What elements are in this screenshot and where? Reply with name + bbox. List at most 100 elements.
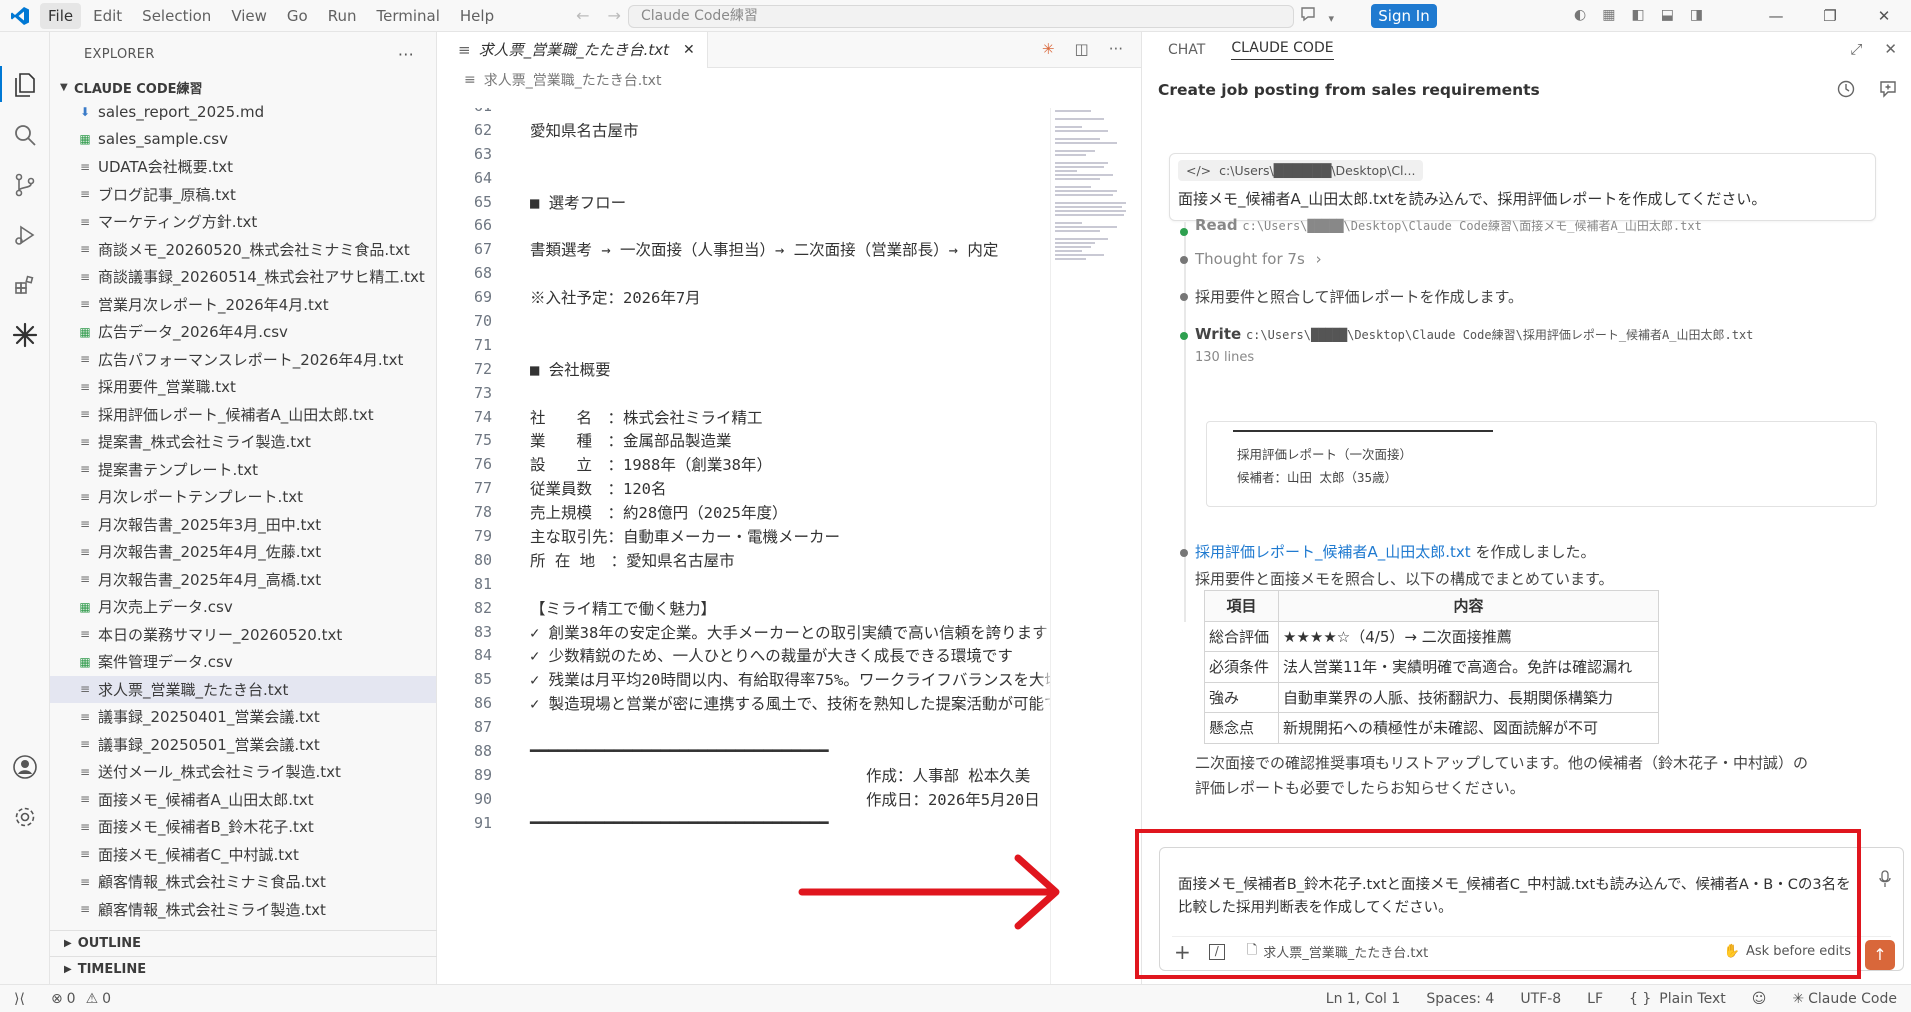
source-control-icon[interactable] bbox=[10, 170, 40, 200]
menu-item-file[interactable]: File bbox=[40, 2, 82, 29]
table-cell: 総合評価 bbox=[1204, 620, 1279, 652]
command-center-search[interactable]: Claude Code練習 bbox=[628, 5, 1294, 28]
file-item[interactable]: ≡ 提案書_株式会社ミライ製造.txt bbox=[50, 428, 436, 456]
file-item[interactable]: ≡ 送付メール_株式会社ミライ製造.txt bbox=[50, 758, 436, 786]
split-editor-icon[interactable]: ◫ bbox=[1075, 40, 1089, 58]
menu-item-view[interactable]: View bbox=[223, 3, 275, 29]
file-item[interactable]: ≡ 本日の業務サマリー_20260520.txt bbox=[50, 621, 436, 649]
file-item[interactable]: ≡ 顧客情報_株式会社ミライ製造.txt bbox=[50, 896, 436, 924]
file-item[interactable]: ≡ 議事録_20250401_営業会議.txt bbox=[50, 703, 436, 731]
file-item[interactable]: ▦ 広告データ_2026年4月.csv bbox=[50, 318, 436, 346]
file-item[interactable]: ▦ 案件管理データ.csv bbox=[50, 648, 436, 676]
line-number: 75 bbox=[473, 431, 492, 450]
remote-icon[interactable]: ⟩⟨ bbox=[14, 991, 25, 1007]
warnings-icon[interactable]: ⚠ bbox=[86, 991, 99, 1007]
file-item[interactable]: ≡ 面接メモ_候補者B_鈴木花子.txt bbox=[50, 813, 436, 841]
restore-icon[interactable]: ❐ bbox=[1803, 0, 1857, 32]
menu-item-terminal[interactable]: Terminal bbox=[369, 3, 448, 29]
file-item[interactable]: ▦ sales_sample.csv bbox=[50, 126, 436, 154]
indentation[interactable]: Spaces: 4 bbox=[1426, 991, 1494, 1007]
layout-customize-icon[interactable]: ▦ bbox=[1602, 7, 1615, 23]
close-tab-icon[interactable]: ✕ bbox=[683, 42, 695, 58]
copilot-icon[interactable]: ☺ bbox=[1752, 991, 1767, 1007]
file-item[interactable]: ≡ 広告パフォーマンスレポート_2026年4月.txt bbox=[50, 346, 436, 374]
context-chip[interactable]: </> c:\Users\██████\Desktop\Cl... bbox=[1178, 160, 1424, 181]
claude-status[interactable]: ✳ Claude Code bbox=[1792, 991, 1897, 1007]
tab-chat[interactable]: CHAT bbox=[1168, 42, 1205, 58]
menu-item-edit[interactable]: Edit bbox=[85, 3, 130, 29]
close-panel-icon[interactable]: ✕ bbox=[1884, 40, 1897, 58]
copilot-chat-icon[interactable]: ▾ bbox=[1300, 6, 1334, 26]
closing-line-1: 二次面接での確認推奨事項もリストアップしています。他の候補者（鈴木花子・中村誠）… bbox=[1195, 754, 1809, 772]
file-item[interactable]: ≡ 営業月次レポート_2026年4月.txt bbox=[50, 291, 436, 319]
breadcrumb-file[interactable]: 求人票_営業職_たたき台.txt bbox=[484, 70, 662, 90]
search-icon[interactable] bbox=[10, 120, 40, 150]
file-item[interactable]: ▦ 月次売上データ.csv bbox=[50, 593, 436, 621]
file-item[interactable]: ≡ 議事録_20250501_営業会議.txt bbox=[50, 731, 436, 759]
extensions-icon[interactable] bbox=[10, 270, 40, 300]
file-item[interactable]: ≡ 顧客情報_株式会社ミナミ食品.txt bbox=[50, 868, 436, 896]
back-arrow-icon[interactable]: ← bbox=[576, 6, 589, 25]
toggle-panel-icon[interactable]: ⬓ bbox=[1661, 7, 1674, 23]
code-line: 67 書類選考 → 一次面接（人事担当）→ 二次面接（営業部長）→ 内定 bbox=[438, 237, 1050, 261]
menu-item-help[interactable]: Help bbox=[452, 3, 502, 29]
menu-item-selection[interactable]: Selection bbox=[134, 3, 219, 29]
explorer-icon[interactable] bbox=[10, 70, 40, 100]
close-window-icon[interactable]: ✕ bbox=[1857, 0, 1911, 32]
run-debug-icon[interactable] bbox=[10, 220, 40, 250]
account-icon[interactable] bbox=[10, 752, 40, 782]
file-item[interactable]: ≡ 月次報告書_2025年3月_田中.txt bbox=[50, 511, 436, 539]
menu-bar: File Edit Selection View Go Run Terminal Help bbox=[40, 2, 506, 29]
menu-item-run[interactable]: Run bbox=[320, 3, 365, 29]
file-item[interactable]: ⬇ sales_report_2025.md bbox=[50, 98, 436, 126]
settings-gear-icon[interactable] bbox=[10, 802, 40, 832]
minimap-line bbox=[1055, 162, 1109, 164]
line-number: 77 bbox=[473, 479, 492, 498]
file-item[interactable]: ≡ 月次報告書_2025年4月_佐藤.txt bbox=[50, 538, 436, 566]
send-button[interactable]: ↑ bbox=[1865, 940, 1895, 970]
more-actions-icon[interactable]: ··· bbox=[1109, 40, 1123, 58]
claude-code-icon[interactable]: ✳ bbox=[1042, 40, 1055, 58]
file-item[interactable]: ≡ UDATA会社概要.txt bbox=[50, 153, 436, 181]
file-item[interactable]: ≡ 商談議事録_20260514_株式会社アサヒ精工.txt bbox=[50, 263, 436, 291]
file-item[interactable]: ≡ マーケティング方針.txt bbox=[50, 208, 436, 236]
maximize-icon[interactable]: ⤢ bbox=[1850, 40, 1862, 58]
file-item[interactable]: ≡ 月次レポートテンプレート.txt bbox=[50, 483, 436, 511]
history-icon[interactable] bbox=[1837, 80, 1855, 102]
file-item[interactable]: ≡ 面接メモ_候補者C_中村誠.txt bbox=[50, 841, 436, 869]
explorer-more-icon[interactable]: ··· bbox=[398, 45, 414, 64]
tab-claude-code[interactable]: CLAUDE CODE bbox=[1231, 40, 1334, 60]
file-item[interactable]: ≡ 求人票_営業職_たたき台.txt bbox=[50, 675, 436, 703]
new-session-icon[interactable] bbox=[1879, 80, 1897, 102]
file-item[interactable]: ≡ 採用評価レポート_候補者A_山田太郎.txt bbox=[50, 401, 436, 429]
minimize-icon[interactable]: — bbox=[1749, 0, 1803, 32]
errors-icon[interactable]: ⊗ bbox=[51, 991, 63, 1007]
result-file-link[interactable]: 採用評価レポート_候補者A_山田太郎.txt bbox=[1195, 543, 1471, 561]
encoding[interactable]: UTF-8 bbox=[1520, 991, 1561, 1007]
timeline-section[interactable]: ▶ TIMELINE bbox=[50, 956, 437, 982]
editor-tab[interactable]: ≡ 求人票_営業職_たたき台.txt ✕ bbox=[438, 31, 708, 68]
thought-label: Thought for 7s bbox=[1195, 250, 1305, 268]
file-item[interactable]: ≡ 面接メモ_候補者A_山田太郎.txt bbox=[50, 786, 436, 814]
sign-in-button[interactable]: Sign In bbox=[1371, 4, 1437, 28]
outline-section[interactable]: ▶ OUTLINE bbox=[50, 930, 437, 956]
language-mode[interactable]: { } Plain Text bbox=[1629, 991, 1726, 1007]
line-number: 67 bbox=[473, 240, 492, 259]
menu-item-go[interactable]: Go bbox=[279, 3, 316, 29]
toggle-secondary-sidebar-icon[interactable]: ◨ bbox=[1690, 7, 1703, 23]
end-of-line[interactable]: LF bbox=[1587, 991, 1603, 1007]
file-item[interactable]: ≡ 商談メモ_20260520_株式会社ミナミ食品.txt bbox=[50, 236, 436, 264]
file-item[interactable]: ≡ ブログ記事_原稿.txt bbox=[50, 181, 436, 209]
file-item[interactable]: ≡ 採用要件_営業職.txt bbox=[50, 373, 436, 401]
microphone-icon[interactable] bbox=[1879, 870, 1891, 892]
csv-file-icon: ▦ bbox=[79, 654, 91, 669]
accounts-icon[interactable]: ◐ bbox=[1574, 7, 1586, 23]
workspace-folder[interactable]: ▼ CLAUDE CODE練習 bbox=[50, 76, 436, 98]
claude-spark-icon[interactable] bbox=[10, 320, 40, 350]
toggle-primary-sidebar-icon[interactable]: ◧ bbox=[1631, 7, 1644, 23]
thought-step[interactable]: Thought for 7s › bbox=[1195, 250, 1322, 268]
cursor-position[interactable]: Ln 1, Col 1 bbox=[1326, 991, 1401, 1007]
forward-arrow-icon[interactable]: → bbox=[608, 6, 621, 25]
file-item[interactable]: ≡ 提案書テンプレート.txt bbox=[50, 456, 436, 484]
file-item[interactable]: ≡ 月次報告書_2025年4月_高橋.txt bbox=[50, 566, 436, 594]
